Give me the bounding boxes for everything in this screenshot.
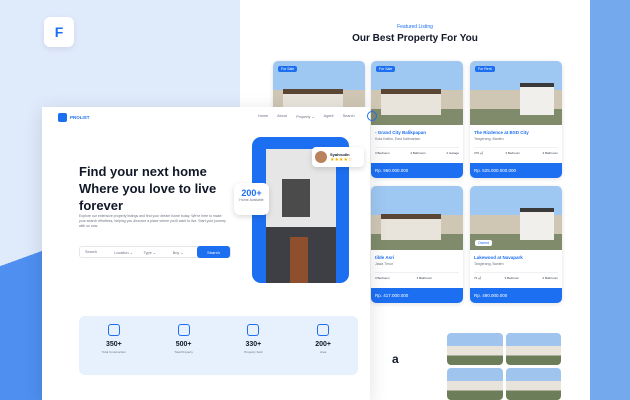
- location-select[interactable]: Location ⌄: [109, 250, 138, 255]
- app-logo-icon[interactable]: F: [44, 17, 74, 47]
- type-select[interactable]: Type ⌄: [139, 250, 168, 255]
- property-card[interactable]: Owned Lakewood at Navapark Tangerang, Ban…: [470, 186, 562, 303]
- key-icon: [247, 324, 260, 336]
- main-nav: Home About Property ⌄ Agent Search: [258, 114, 355, 119]
- featured-title: Our Best Property For You: [352, 33, 478, 44]
- gallery-thumbnails: [447, 333, 561, 400]
- property-photo: [371, 186, 463, 250]
- property-photo: For Rent: [470, 61, 562, 125]
- price-button[interactable]: Rp. 490.000.000: [470, 288, 562, 303]
- gallery-photo[interactable]: [447, 368, 503, 400]
- property-card[interactable]: For Rent The Rizdence at BSD City Tangera…: [470, 61, 562, 178]
- property-card[interactable]: tilde Asri Jawa Timur 3 Bedroom 2 Bathroom…: [371, 186, 463, 303]
- buy-select[interactable]: Buy ⌄: [168, 250, 197, 255]
- featured-kicker: Featured Listing: [397, 24, 433, 30]
- stat-area: 200+ Area: [298, 324, 348, 375]
- price-button[interactable]: Rp. 960.000.000: [371, 163, 463, 178]
- brand-icon: [58, 113, 67, 122]
- stats-panel: 350+ Total Construction 500+ Total Propert…: [79, 316, 358, 375]
- search-input[interactable]: Search: [80, 250, 109, 254]
- nav-home[interactable]: Home: [258, 114, 268, 119]
- stat-sold: 330+ Property Sold: [228, 324, 278, 375]
- property-photo: For Sale: [371, 61, 463, 125]
- price-button[interactable]: Rp. 417.000.000: [371, 288, 463, 303]
- stat-property: 500+ Total Property: [159, 324, 209, 375]
- gallery-photo[interactable]: [505, 333, 561, 365]
- review-badge: Syahrudin ★★★★☆: [312, 147, 364, 167]
- stat-construction: 350+ Total Construction: [89, 324, 139, 375]
- hero-headline: Find your next home Where you love to li…: [79, 164, 217, 213]
- avatar: [315, 151, 327, 163]
- hero-page: PROLIST Home About Property ⌄ Agent Search F…: [42, 107, 377, 400]
- right-blue-band: [588, 0, 630, 400]
- available-badge: 200+ Home Available: [234, 183, 269, 215]
- search-bar: Search Location ⌄ Type ⌄ Buy ⌄ Search: [79, 246, 231, 258]
- crane-icon: [107, 324, 120, 336]
- search-button[interactable]: Search: [197, 246, 230, 258]
- property-photo: Owned: [470, 186, 562, 250]
- nav-search[interactable]: Search: [343, 114, 355, 119]
- gallery-photo[interactable]: [447, 333, 503, 365]
- price-button[interactable]: Rp. 525.000.000.000: [470, 163, 562, 178]
- nav-about[interactable]: About: [277, 114, 287, 119]
- hero-description: Explore our extensive property listings …: [79, 214, 226, 229]
- nav-agent[interactable]: Agent: [324, 114, 334, 119]
- nav-property[interactable]: Property ⌄: [296, 114, 315, 119]
- location-pin-icon: [317, 324, 330, 336]
- user-icon[interactable]: [367, 111, 377, 121]
- property-card[interactable]: For Sale - Grand City Balikpapan Kota Kal…: [371, 61, 463, 178]
- gallery-photo[interactable]: [505, 368, 561, 400]
- brand-logo[interactable]: PROLIST: [58, 113, 90, 122]
- section-heading-fragment: a: [392, 352, 399, 366]
- star-rating-icon: ★★★★☆: [330, 156, 353, 163]
- building-icon: [177, 324, 190, 336]
